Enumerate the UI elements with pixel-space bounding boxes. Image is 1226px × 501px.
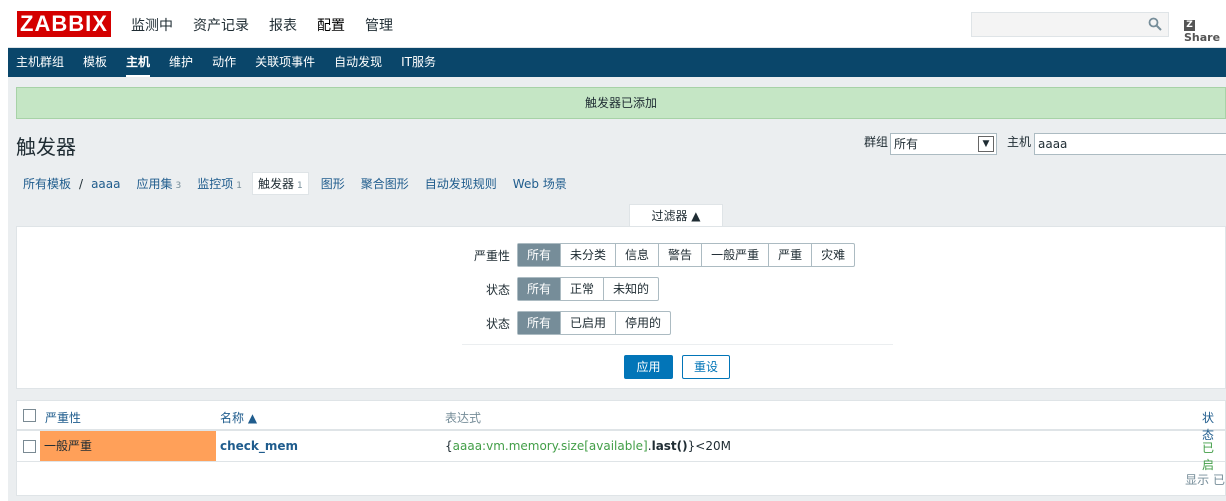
- table-footer-stats: 显示 已: [1185, 473, 1225, 487]
- sub-menu-event-correlation[interactable]: 关联项事件: [255, 48, 315, 77]
- trigger-name[interactable]: check_mem: [220, 439, 298, 453]
- page-title: 触发器: [16, 135, 76, 159]
- sub-menu-actions[interactable]: 动作: [212, 48, 236, 77]
- sub-menu-maintenance[interactable]: 维护: [169, 48, 193, 77]
- group-select-value: 所有: [894, 137, 919, 151]
- success-message: 触发器已添加: [16, 87, 1226, 119]
- search-input[interactable]: [971, 12, 1169, 37]
- status-enabled-link[interactable]: 已启: [1202, 439, 1225, 473]
- tab-count: 3: [175, 181, 182, 191]
- severity-option-average[interactable]: 一般严重: [702, 244, 770, 266]
- top-menu-monitoring[interactable]: 监测中: [131, 15, 173, 35]
- severity-option-high[interactable]: 严重: [769, 244, 813, 266]
- column-name[interactable]: 名称 ▲: [220, 409, 257, 426]
- state-option-unknown[interactable]: 未知的: [604, 278, 658, 300]
- expr-threshold: }<20M: [687, 439, 731, 453]
- expr-item-key[interactable]: aaaa:vm.memory.size[available]: [453, 439, 648, 453]
- expr-function: last(): [651, 439, 688, 453]
- state-filter: 所有 正常 未知的: [517, 277, 660, 301]
- sub-menu-discovery[interactable]: 自动发现: [334, 48, 382, 77]
- tab-discovery-rules[interactable]: 自动发现规则: [425, 175, 497, 192]
- severity-option-warning[interactable]: 警告: [659, 244, 703, 266]
- severity-option-not-classified[interactable]: 未分类: [561, 244, 617, 266]
- status-filter-label: 状态: [485, 317, 510, 331]
- status-filter: 所有 已启用 停用的: [517, 311, 672, 335]
- breadcrumb: 所有模板 / aaaa 应用集 3 监控项 1 触发器 1 图形 聚合图形 自动发现规…: [23, 172, 583, 195]
- top-bar: ZABBIX 监测中 资产记录 报表 配置 管理 ZShare: [8, 0, 1226, 48]
- column-name-link[interactable]: 名称 ▲: [220, 411, 257, 425]
- tab-label: 应用集: [136, 177, 173, 191]
- tab-screens[interactable]: 聚合图形: [361, 175, 409, 192]
- reset-button[interactable]: 重设: [682, 355, 730, 379]
- state-option-all[interactable]: 所有: [518, 278, 562, 300]
- status-option-enabled[interactable]: 已启用: [561, 312, 617, 334]
- severity-option-all[interactable]: 所有: [518, 244, 562, 266]
- table-header: 严重性 名称 ▲ 表达式 状态: [17, 401, 1225, 442]
- table-row: 一般严重 check_mem {aaaa:vm.memory.size[avai…: [17, 431, 1225, 472]
- triggers-table: 严重性 名称 ▲ 表达式 状态 一般严重 check_mem {aaaa:vm.…: [16, 400, 1226, 496]
- tab-triggers[interactable]: 触发器 1: [251, 172, 309, 195]
- sub-menu-it-services[interactable]: IT服务: [401, 48, 436, 77]
- search-icon[interactable]: [1148, 17, 1162, 31]
- top-menu-configuration[interactable]: 配置: [317, 15, 345, 35]
- severity-option-disaster[interactable]: 灾难: [812, 244, 854, 266]
- window-edge: [0, 0, 8, 48]
- severity-option-information[interactable]: 信息: [616, 244, 660, 266]
- host-select-value: aaaa: [1038, 137, 1068, 151]
- tab-web-scenarios[interactable]: Web 场景: [513, 175, 567, 192]
- select-all-checkbox[interactable]: [23, 409, 36, 422]
- trigger-expression: {aaaa:vm.memory.size[available].last()}<…: [445, 439, 731, 453]
- filter-panel: 严重性 所有 未分类 信息 警告 一般严重 严重 灾难 状态 所有 正常 未知的…: [16, 226, 1226, 389]
- host-label: 主机: [1007, 135, 1032, 149]
- tab-applications[interactable]: 应用集 3: [136, 175, 181, 192]
- group-label: 群组: [864, 135, 889, 149]
- chevron-down-icon: ▼: [978, 136, 994, 152]
- row-checkbox[interactable]: [23, 440, 36, 453]
- severity-filter: 所有 未分类 信息 警告 一般严重 严重 灾难: [517, 243, 856, 267]
- top-menu-reports[interactable]: 报表: [269, 15, 297, 35]
- tab-label: 监控项: [197, 177, 234, 191]
- tab-label: 触发器: [257, 177, 294, 191]
- sub-menu: 主机群组 模板 主机 维护 动作 关联项事件 自动发现 IT服务: [8, 48, 1226, 77]
- zabbix-logo[interactable]: ZABBIX: [17, 11, 111, 37]
- window-edge-left: [0, 48, 8, 501]
- tab-count: 1: [236, 181, 242, 191]
- breadcrumb-separator: /: [79, 176, 84, 191]
- severity-filter-label: 严重性: [473, 249, 510, 263]
- sub-menu-host-groups[interactable]: 主机群组: [16, 48, 64, 77]
- filter-divider: [462, 344, 893, 345]
- trigger-name-link[interactable]: check_mem: [220, 439, 298, 453]
- column-severity-link[interactable]: 严重性: [45, 411, 81, 425]
- tab-count: 1: [297, 181, 303, 191]
- group-select[interactable]: 所有 ▼: [890, 133, 997, 155]
- state-option-normal[interactable]: 正常: [561, 278, 605, 300]
- breadcrumb-host[interactable]: aaaa: [91, 177, 120, 191]
- tab-items[interactable]: 监控项 1: [197, 175, 242, 192]
- state-filter-label: 状态: [485, 283, 510, 297]
- apply-button[interactable]: 应用: [624, 355, 673, 379]
- status-option-all[interactable]: 所有: [518, 312, 562, 334]
- status-option-disabled[interactable]: 停用的: [616, 312, 670, 334]
- column-expression: 表达式: [445, 411, 482, 425]
- sub-menu-hosts[interactable]: 主机: [126, 48, 151, 77]
- share-link[interactable]: ZShare: [1184, 17, 1226, 44]
- share-z-icon: Z: [1184, 20, 1195, 31]
- host-select[interactable]: aaaa: [1034, 133, 1226, 155]
- top-menu: 监测中 资产记录 报表 配置 管理: [131, 15, 393, 35]
- column-severity[interactable]: 严重性: [45, 409, 81, 426]
- top-menu-administration[interactable]: 管理: [365, 15, 393, 35]
- tab-graphs[interactable]: 图形: [321, 175, 345, 192]
- breadcrumb-all-templates[interactable]: 所有模板: [23, 175, 71, 192]
- filter-toggle-tab[interactable]: 过滤器 ▲: [629, 204, 723, 227]
- share-label: Share: [1184, 31, 1221, 44]
- top-menu-inventory[interactable]: 资产记录: [193, 15, 249, 35]
- expr-brace: {: [445, 439, 453, 453]
- sub-menu-templates[interactable]: 模板: [83, 48, 107, 77]
- severity-cell: 一般严重: [40, 431, 216, 461]
